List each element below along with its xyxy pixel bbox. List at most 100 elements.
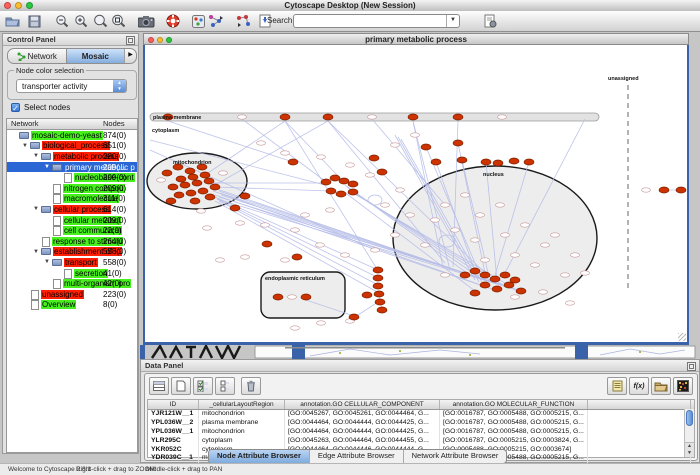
table-column-header[interactable]: annotation.GO CELLULAR_COMPONENT bbox=[285, 400, 440, 409]
tab-network[interactable]: Network bbox=[8, 49, 66, 63]
tree-row-node-count: 614(0) bbox=[103, 205, 126, 214]
tree-row[interactable]: macromolecule311(0) bbox=[7, 194, 137, 205]
table-row[interactable]: YLR295Ccytoplasm[GO:0045263, GO:0044464,… bbox=[148, 437, 694, 446]
notes-icon[interactable] bbox=[607, 377, 627, 395]
table-column-header[interactable] bbox=[588, 400, 691, 409]
zoom-in-icon[interactable] bbox=[71, 12, 91, 30]
tree-row[interactable]: multi-organism pro42(0) bbox=[7, 278, 137, 289]
table-cell: [GO:0044464, GO:0044444, GO:0044425, G..… bbox=[285, 419, 440, 428]
close-window-button[interactable] bbox=[4, 2, 11, 9]
layout-b-icon[interactable] bbox=[234, 12, 254, 30]
minimize-window-button[interactable] bbox=[15, 2, 22, 9]
tab-node-attribute-browser[interactable]: Node Attribute Browser bbox=[209, 450, 309, 463]
tree-row-node-count: 209(0) bbox=[103, 184, 126, 193]
tree-row[interactable]: secretion41(0) bbox=[7, 268, 137, 279]
table-column-header[interactable]: annotation.GO MOLECULAR_FUNCTION bbox=[440, 400, 588, 409]
search-label: Search: bbox=[267, 16, 295, 25]
network-canvas[interactable]: plasma membranecytoplasmmitochondrionnuc… bbox=[143, 45, 689, 345]
table-cell: [GO:0044464, GO:0044444, GO:0044425, G..… bbox=[285, 428, 440, 437]
app-title: Cytoscape Desktop (New Session) bbox=[0, 0, 700, 11]
select-nodes-checkbox[interactable]: ✓ bbox=[11, 103, 20, 112]
matrix-icon[interactable] bbox=[673, 377, 693, 395]
tab-mosaic[interactable]: Mosaic bbox=[66, 49, 125, 63]
tree-row[interactable]: unassigned223(0) bbox=[7, 289, 137, 300]
resize-grip[interactable] bbox=[678, 333, 686, 341]
tree-row-node-count: 311(0) bbox=[103, 194, 126, 203]
zoom-view-button[interactable] bbox=[166, 37, 172, 43]
node-color-selection-group: Node color selection transporter activit… bbox=[7, 70, 137, 100]
expand-arrow-icon[interactable]: ▼ bbox=[31, 206, 41, 212]
tree-row[interactable]: Overview8(0) bbox=[7, 300, 137, 311]
tree-row-node-count: 42(0) bbox=[103, 279, 122, 288]
tree-row[interactable]: ▼metabolic process280(0) bbox=[7, 151, 137, 162]
node-color-dropdown[interactable]: transporter activity ▲▼ bbox=[16, 79, 127, 93]
table-column-header[interactable]: _cellularLayoutRegion bbox=[199, 400, 285, 409]
tab-edge-attribute-browser[interactable]: Edge Attribute Browser bbox=[309, 450, 403, 463]
table-row[interactable]: YPL036W__1mitochondrion[GO:0044464, GO:0… bbox=[148, 428, 694, 437]
network-file-icon bbox=[52, 216, 61, 225]
attribute-table-icon[interactable] bbox=[149, 377, 169, 395]
float-panel-icon[interactable] bbox=[126, 36, 135, 45]
new-attribute-icon[interactable] bbox=[171, 377, 191, 395]
delete-attribute-icon[interactable] bbox=[241, 377, 261, 395]
zoom-selected-icon[interactable] bbox=[90, 12, 110, 30]
expand-arrow-icon[interactable]: ▼ bbox=[31, 153, 41, 159]
search-input[interactable] bbox=[294, 15, 446, 25]
search-field[interactable]: ▼ bbox=[293, 14, 460, 28]
tree-row[interactable]: mosaic-demo-yeast874(0) bbox=[7, 130, 137, 141]
tree-row[interactable]: cell communicat22(0) bbox=[7, 225, 137, 236]
tree-row[interactable]: ▼establishment of lo558(0) bbox=[7, 247, 137, 258]
scrollbar-arrows[interactable]: ▲▼ bbox=[685, 442, 694, 457]
zoom-out-icon[interactable] bbox=[52, 12, 72, 30]
snapshot-icon[interactable] bbox=[136, 12, 156, 30]
scrollbar-thumb[interactable] bbox=[686, 410, 693, 426]
tree-row[interactable]: response to stimulu264(0) bbox=[7, 236, 137, 247]
table-cell: YPL036W__1 bbox=[148, 428, 199, 437]
table-cell: [GO:0016787, GO:0005488, GO:0005215, G..… bbox=[440, 428, 588, 437]
search-dropdown-icon[interactable]: ▼ bbox=[446, 15, 459, 27]
advanced-search-icon[interactable] bbox=[480, 12, 500, 30]
zoom-fit-icon[interactable] bbox=[108, 12, 128, 30]
network-file-icon bbox=[63, 269, 72, 278]
tree-row[interactable]: cellular metabol209(0) bbox=[7, 215, 137, 226]
tree-row[interactable]: ▼cellular process614(0) bbox=[7, 204, 137, 215]
tab-network-attribute-browser[interactable]: Network Attribute Browser bbox=[403, 450, 507, 463]
table-row[interactable]: YPL036W__2plasma membrane[GO:0044464, GO… bbox=[148, 419, 694, 428]
expand-arrow-icon[interactable]: ▼ bbox=[42, 164, 52, 170]
float-data-panel-icon[interactable] bbox=[687, 362, 696, 371]
zoom-window-button[interactable] bbox=[26, 2, 33, 9]
table-row[interactable]: YJR121W__1mitochondrion[GO:0045267, GO:0… bbox=[148, 410, 694, 419]
table-cell: [GO:0045263, GO:0044464, GO:0044455, G..… bbox=[285, 437, 440, 446]
close-view-button[interactable] bbox=[148, 37, 154, 43]
import-attributes-icon[interactable] bbox=[651, 377, 671, 395]
network-graph[interactable]: plasma membranecytoplasmmitochondrionnuc… bbox=[145, 45, 687, 342]
tree-row[interactable]: nitrogen compou209(0) bbox=[7, 183, 137, 194]
tree-row[interactable]: ▼transport558(0) bbox=[7, 257, 137, 268]
tree-row-label: unassigned bbox=[41, 290, 84, 299]
expand-arrow-icon[interactable]: ▼ bbox=[31, 249, 41, 255]
minimize-view-button[interactable] bbox=[157, 37, 163, 43]
expand-arrow-icon[interactable]: ▼ bbox=[42, 259, 52, 265]
layout-a-icon[interactable] bbox=[206, 12, 226, 30]
svg-text:cytoplasm: cytoplasm bbox=[152, 128, 179, 134]
function-builder-icon[interactable]: f(x) bbox=[629, 377, 649, 395]
vizmapper-icon[interactable] bbox=[188, 12, 208, 30]
help-icon[interactable] bbox=[163, 12, 183, 30]
table-column-header[interactable]: ID bbox=[148, 400, 199, 409]
table-cell bbox=[588, 446, 691, 455]
expand-arrow-icon[interactable]: ▼ bbox=[20, 143, 30, 149]
main-toolbar: Search: ▼ bbox=[0, 11, 700, 32]
tree-row-node-count: 8(0) bbox=[103, 300, 117, 309]
folder-icon bbox=[52, 259, 63, 266]
tab-scroll-right-icon[interactable]: ▶ bbox=[124, 49, 136, 63]
select-attributes-icon[interactable] bbox=[193, 377, 213, 395]
tree-row[interactable]: nucleobase-cont209(0) bbox=[7, 172, 137, 183]
table-cell bbox=[588, 419, 691, 428]
tree-row[interactable]: ▼primary metabolic p209(... bbox=[7, 162, 137, 173]
open-icon[interactable] bbox=[2, 12, 22, 30]
unselect-attributes-icon[interactable] bbox=[215, 377, 235, 395]
tree-row-node-count: 209(0) bbox=[103, 216, 126, 225]
tree-row[interactable]: ▼biological_process651(0) bbox=[7, 141, 137, 152]
table-scrollbar[interactable]: ▲▼ bbox=[684, 409, 694, 457]
save-icon[interactable] bbox=[24, 12, 44, 30]
